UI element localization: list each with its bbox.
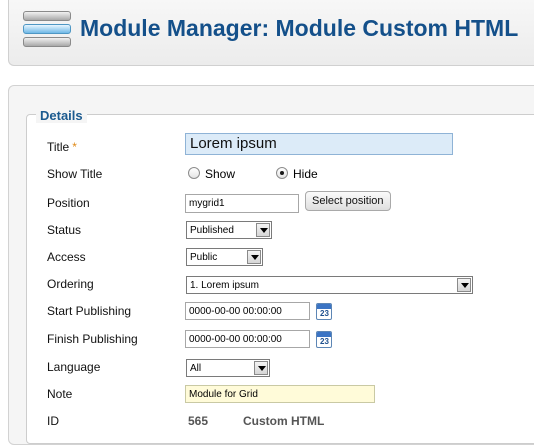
finish-publishing-label: Finish Publishing — [47, 332, 138, 346]
position-input[interactable]: mygrid1 — [185, 194, 299, 213]
chevron-down-icon — [256, 223, 270, 237]
title-label: Title * — [47, 140, 77, 154]
calendar-icon[interactable]: 23 — [316, 303, 332, 320]
ordering-label: Ordering — [47, 277, 94, 291]
position-label: Position — [47, 196, 90, 210]
show-radio[interactable] — [188, 167, 200, 179]
access-select[interactable]: Public — [186, 248, 263, 266]
page-title: Module Manager: Module Custom HTML — [80, 15, 519, 41]
show-radio-label: Show — [205, 167, 236, 181]
start-publishing-input[interactable]: 0000-00-00 00:00:00 — [185, 302, 310, 320]
ordering-select[interactable]: 1. Lorem ipsum — [186, 276, 473, 294]
id-label: ID — [47, 414, 59, 428]
title-input[interactable]: Lorem ipsum — [185, 133, 453, 155]
note-label: Note — [47, 387, 73, 401]
hide-radio-label: Hide — [293, 167, 318, 181]
required-mark: * — [72, 140, 77, 154]
calendar-icon[interactable]: 23 — [316, 331, 332, 348]
access-label: Access — [47, 250, 86, 264]
language-label: Language — [47, 360, 101, 374]
finish-publishing-input[interactable]: 0000-00-00 00:00:00 — [185, 330, 310, 348]
note-input[interactable]: Module for Grid — [185, 385, 375, 403]
details-legend: Details — [36, 108, 87, 123]
language-select[interactable]: All — [186, 359, 270, 377]
chevron-down-icon — [247, 250, 261, 264]
page-header: Module Manager: Module Custom HTML — [8, 0, 534, 66]
show-title-label: Show Title — [47, 167, 103, 181]
status-select[interactable]: Published — [186, 221, 272, 239]
status-label: Status — [47, 223, 82, 237]
hide-radio[interactable] — [276, 167, 288, 179]
module-type: Custom HTML — [243, 414, 325, 428]
chevron-down-icon — [254, 361, 268, 375]
start-publishing-label: Start Publishing — [47, 304, 132, 318]
select-position-button[interactable]: Select position — [305, 191, 391, 211]
id-value: 565 — [188, 414, 209, 428]
module-manager-icon — [20, 9, 74, 51]
chevron-down-icon — [457, 278, 471, 292]
